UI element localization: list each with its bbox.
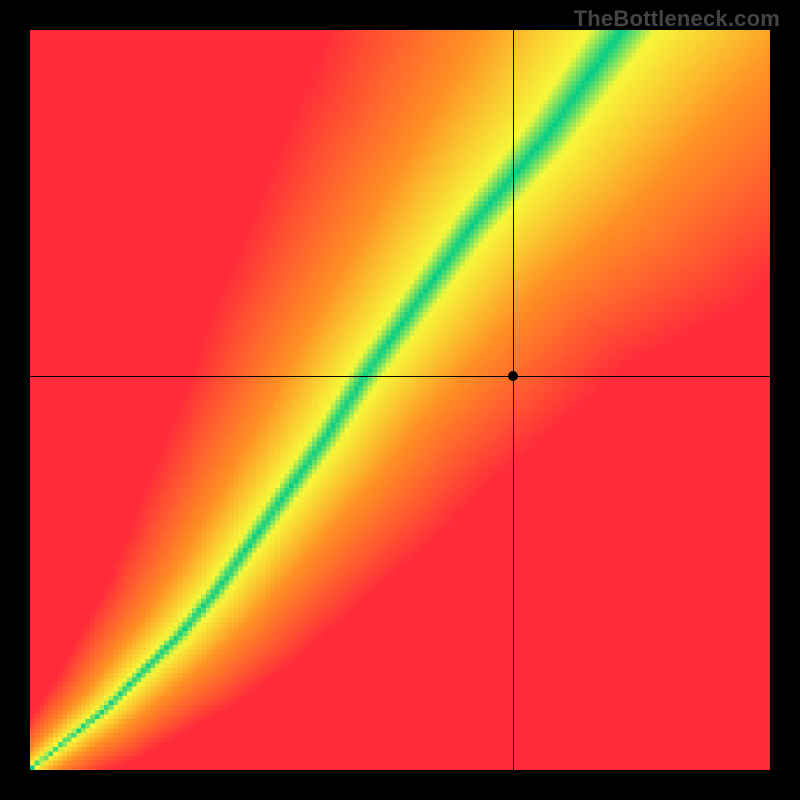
chart-frame: TheBottleneck.com (0, 0, 800, 800)
crosshair-vertical (513, 30, 514, 770)
heatmap-canvas (30, 30, 770, 770)
watermark-text: TheBottleneck.com (574, 6, 780, 32)
crosshair-horizontal (30, 376, 770, 377)
crosshair-marker (508, 371, 518, 381)
